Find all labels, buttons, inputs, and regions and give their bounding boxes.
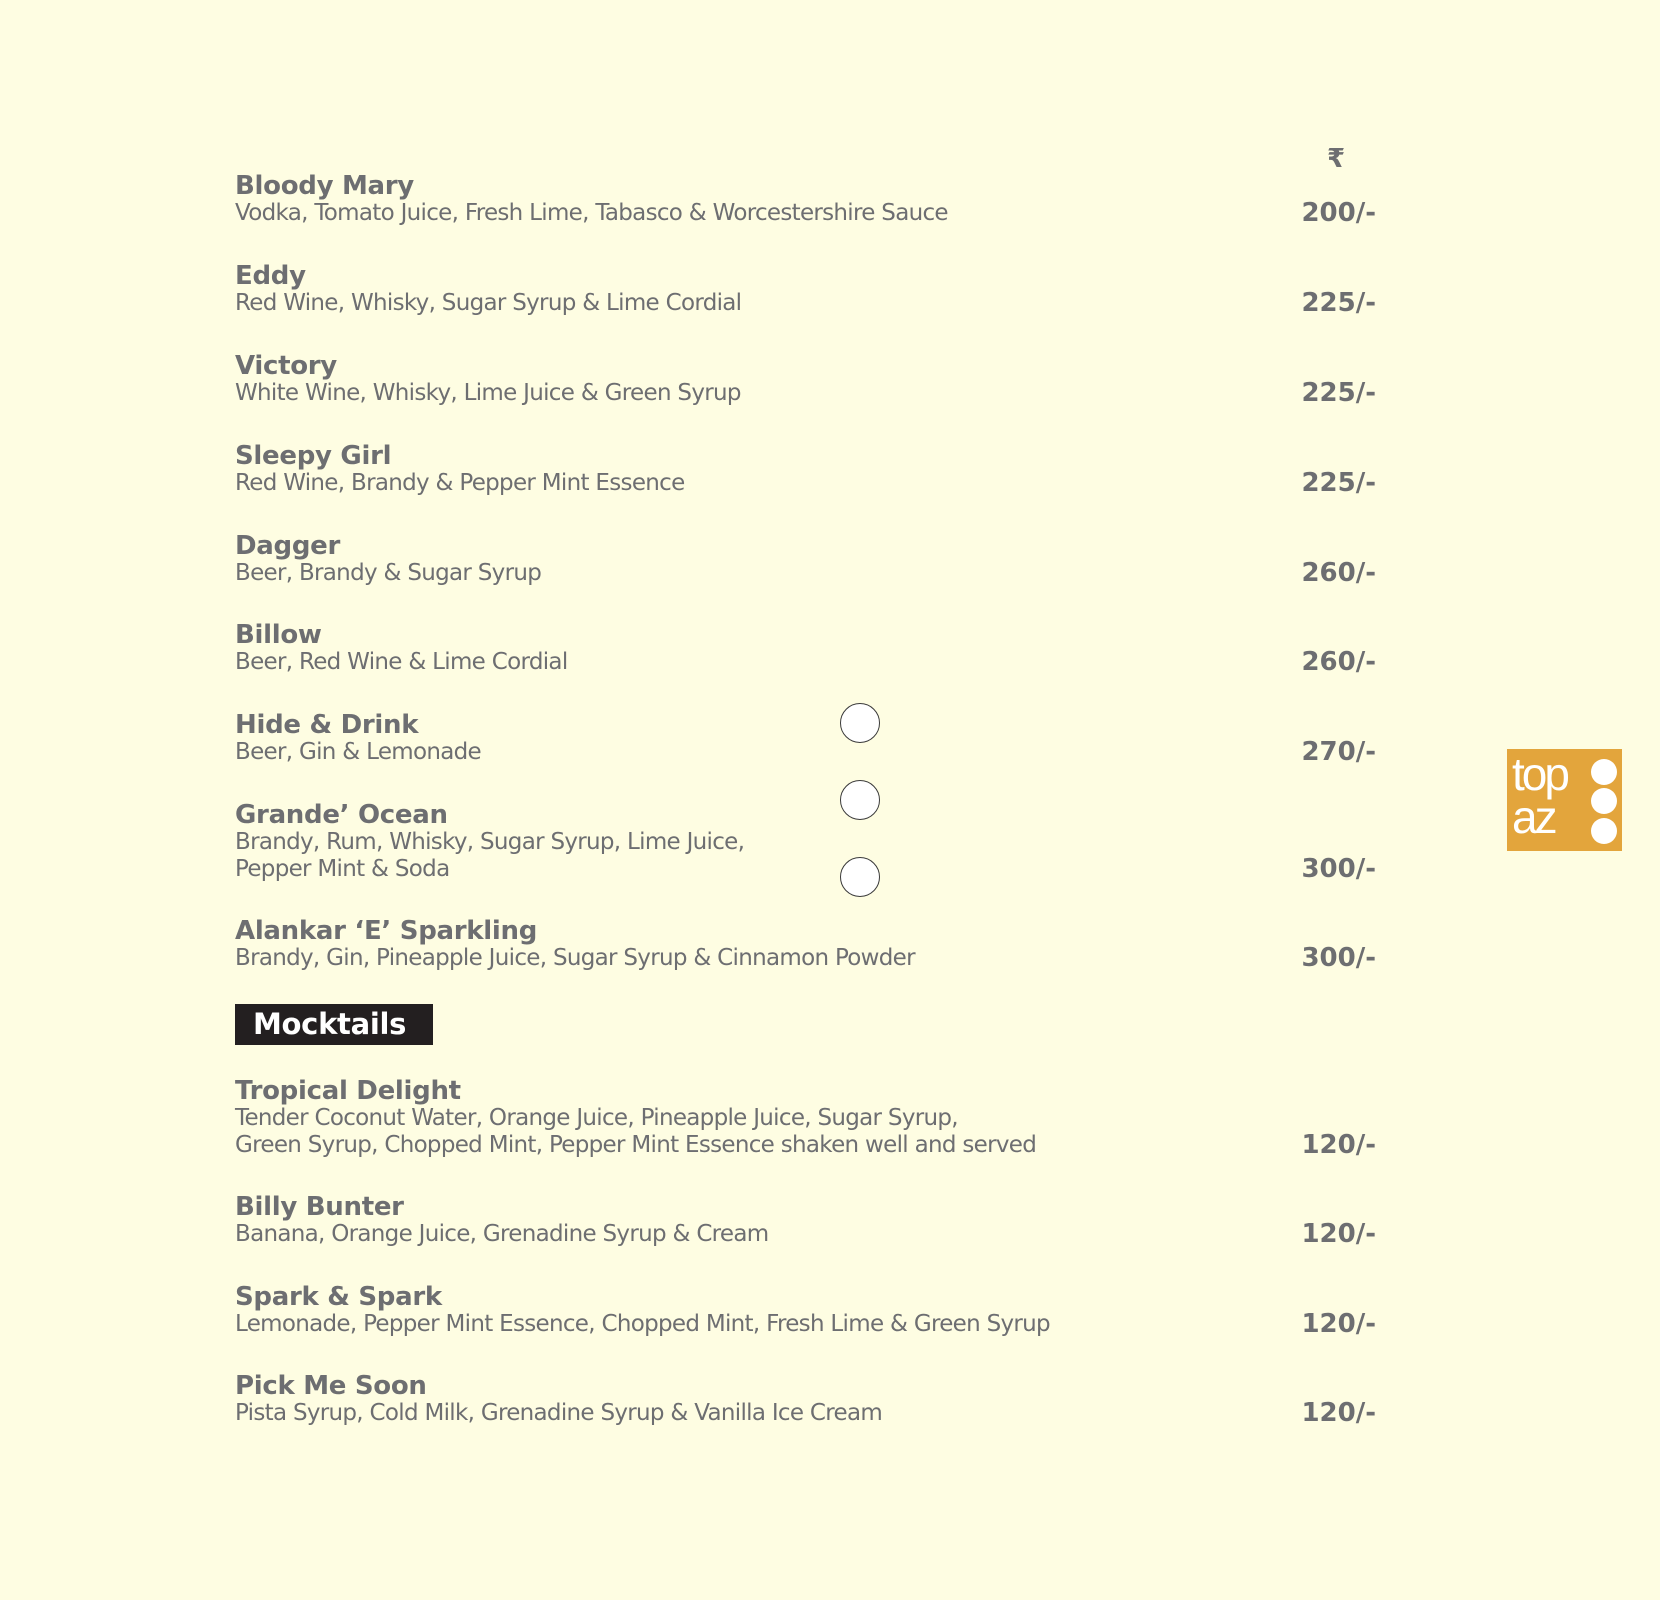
- item-description: Green Syrup, Chopped Mint, Pepper Mint E…: [235, 1132, 1037, 1158]
- item-name: Hide & Drink: [235, 710, 419, 740]
- decorative-circle: [840, 857, 880, 897]
- item-name: Pick Me Soon: [235, 1371, 427, 1401]
- item-price: 225/-: [1301, 288, 1376, 318]
- logo-dot: [1591, 788, 1617, 814]
- item-name: Billow: [235, 620, 322, 650]
- item-description: Pepper Mint & Soda: [235, 856, 450, 882]
- item-price: 120/-: [1301, 1309, 1376, 1339]
- menu-item: Sleepy Girl Red Wine, Brandy & Pepper Mi…: [235, 442, 1376, 497]
- item-name: Alankar ‘E’ Sparkling: [235, 916, 538, 946]
- topaz-logo: top az: [1507, 749, 1622, 851]
- item-price: 120/-: [1301, 1130, 1376, 1160]
- item-name: Victory: [235, 351, 337, 381]
- menu-item: Billy Bunter Banana, Orange Juice, Grena…: [235, 1193, 1376, 1248]
- menu-item: Tropical Delight Tender Coconut Water, O…: [235, 1077, 1376, 1159]
- decorative-circle: [840, 780, 880, 820]
- item-price: 300/-: [1301, 854, 1376, 884]
- item-description: Red Wine, Whisky, Sugar Syrup & Lime Cor…: [235, 290, 742, 316]
- menu-item: Bloody Mary Vodka, Tomato Juice, Fresh L…: [235, 172, 1376, 227]
- item-name: Grande’ Ocean: [235, 800, 448, 830]
- item-name: Billy Bunter: [235, 1192, 404, 1222]
- decorative-circle: [840, 703, 880, 743]
- item-name: Bloody Mary: [235, 171, 414, 201]
- logo-dot: [1591, 818, 1617, 844]
- item-price: 260/-: [1301, 558, 1376, 588]
- menu-item: Grande’ Ocean Brandy, Rum, Whisky, Sugar…: [235, 801, 1376, 883]
- menu-item: Dagger Beer, Brandy & Sugar Syrup 260/-: [235, 532, 1376, 587]
- menu-item: Pick Me Soon Pista Syrup, Cold Milk, Gre…: [235, 1372, 1376, 1427]
- item-name: Spark & Spark: [235, 1282, 442, 1312]
- item-name: Dagger: [235, 531, 341, 561]
- menu-item: Eddy Red Wine, Whisky, Sugar Syrup & Lim…: [235, 262, 1376, 317]
- mocktails-heading: Mocktails: [235, 1004, 433, 1045]
- item-description: Lemonade, Pepper Mint Essence, Chopped M…: [235, 1311, 1051, 1337]
- logo-line-2: az: [1512, 791, 1558, 843]
- item-name: Eddy: [235, 261, 306, 291]
- menu-item: Billow Beer, Red Wine & Lime Cordial 260…: [235, 621, 1376, 676]
- item-description: Pista Syrup, Cold Milk, Grenadine Syrup …: [235, 1400, 883, 1426]
- logo-dot: [1591, 759, 1617, 785]
- item-description: Brandy, Rum, Whisky, Sugar Syrup, Lime J…: [235, 829, 745, 855]
- menu-item: Spark & Spark Lemonade, Pepper Mint Esse…: [235, 1283, 1376, 1338]
- menu-item: Alankar ‘E’ Sparkling Brandy, Gin, Pinea…: [235, 917, 1376, 972]
- item-description: Beer, Brandy & Sugar Syrup: [235, 560, 542, 586]
- item-description: Brandy, Gin, Pineapple Juice, Sugar Syru…: [235, 945, 916, 971]
- item-description: Banana, Orange Juice, Grenadine Syrup & …: [235, 1221, 769, 1247]
- item-description: Vodka, Tomato Juice, Fresh Lime, Tabasco…: [235, 200, 949, 226]
- logo-wordmark: top az: [1512, 749, 1570, 843]
- item-description: Beer, Red Wine & Lime Cordial: [235, 649, 568, 675]
- logo-line-1: top: [1512, 749, 1570, 800]
- item-price: 260/-: [1301, 647, 1376, 677]
- item-price: 225/-: [1301, 378, 1376, 408]
- item-price: 270/-: [1301, 737, 1376, 767]
- item-description: Beer, Gin & Lemonade: [235, 739, 482, 765]
- item-name: Sleepy Girl: [235, 441, 392, 471]
- item-price: 225/-: [1301, 468, 1376, 498]
- menu-item: Hide & Drink Beer, Gin & Lemonade 270/-: [235, 711, 1376, 766]
- item-description: White Wine, Whisky, Lime Juice & Green S…: [235, 380, 741, 406]
- item-name: Tropical Delight: [235, 1076, 461, 1106]
- menu-item: Victory White Wine, Whisky, Lime Juice &…: [235, 352, 1376, 407]
- currency-symbol: ₹: [1327, 144, 1346, 174]
- item-price: 120/-: [1301, 1219, 1376, 1249]
- item-price: 120/-: [1301, 1398, 1376, 1428]
- item-price: 200/-: [1301, 198, 1376, 228]
- item-description: Tender Coconut Water, Orange Juice, Pine…: [235, 1105, 959, 1131]
- item-price: 300/-: [1301, 943, 1376, 973]
- item-description: Red Wine, Brandy & Pepper Mint Essence: [235, 470, 685, 496]
